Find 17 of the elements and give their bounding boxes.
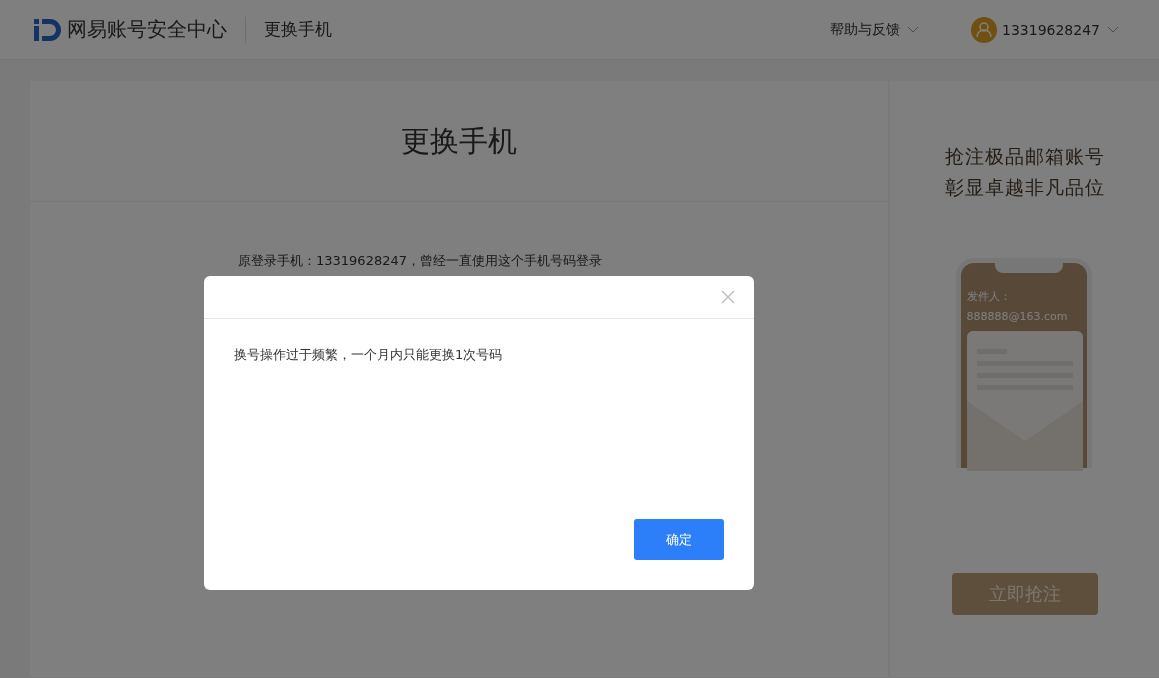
page-title: 更换手机 xyxy=(264,18,332,41)
help-menu[interactable]: 帮助与反馈 xyxy=(830,16,919,43)
confirm-button[interactable]: 确定 xyxy=(634,519,724,560)
dialog-message: 换号操作过于频繁，一个月内只能更换1次号码 xyxy=(233,346,504,364)
account-menu[interactable]: 13319628247 xyxy=(971,16,1119,43)
sender-email: 888888@163.com xyxy=(966,309,1069,325)
card-title: 更换手机 xyxy=(30,81,888,202)
brand-name: 网易账号安全中心 xyxy=(67,16,227,43)
sender-label: 发件人： xyxy=(966,289,1012,305)
caret-icon xyxy=(907,26,919,33)
caret-icon xyxy=(1107,26,1119,33)
avatar-icon xyxy=(971,16,997,43)
promo-headline: 抢注极品邮箱账号 xyxy=(944,144,1105,169)
logo-icon xyxy=(34,16,64,43)
promo-headline: 彰显卓越非凡品位 xyxy=(944,175,1105,200)
close-icon[interactable] xyxy=(721,290,735,304)
phone-notch xyxy=(994,263,1063,273)
